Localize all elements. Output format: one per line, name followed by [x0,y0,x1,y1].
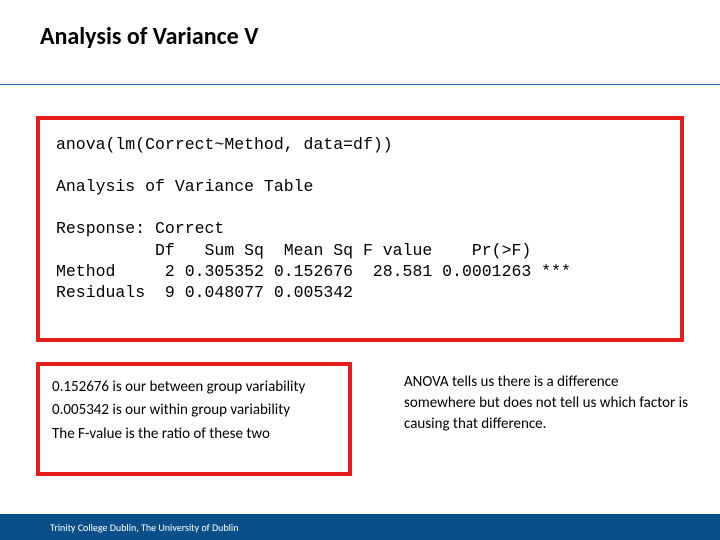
note-within-variability: 0.005342 is our within group variability [52,399,336,422]
code-response: Response: Correct [56,219,224,238]
note-between-variability: 0.152676 is our between group variabilit… [52,376,336,399]
note-f-value: The F-value is the ratio of these two [52,423,336,446]
slide: Analysis of Variance V anova(lm(Correct~… [0,0,720,540]
code-command: anova(lm(Correct~Method, data=df)) [56,135,393,154]
code-row-residuals: Residuals 9 0.048077 0.005342 [56,283,353,302]
title-divider [0,84,720,85]
footer-text: Trinity College Dublin, The University o… [50,521,238,534]
footer-bar: Trinity College Dublin, The University o… [0,514,720,540]
page-title: Analysis of Variance V [40,22,258,51]
variability-notes-box: 0.152676 is our between group variabilit… [36,362,352,476]
anova-explanation: ANOVA tells us there is a difference som… [404,372,688,435]
code-columns: Df Sum Sq Mean Sq F value Pr(>F) [56,241,531,260]
code-row-method: Method 2 0.305352 0.152676 28.581 0.0001… [56,262,571,281]
code-header: Analysis of Variance Table [56,177,313,196]
anova-output-box: anova(lm(Correct~Method, data=df)) Analy… [36,116,684,342]
